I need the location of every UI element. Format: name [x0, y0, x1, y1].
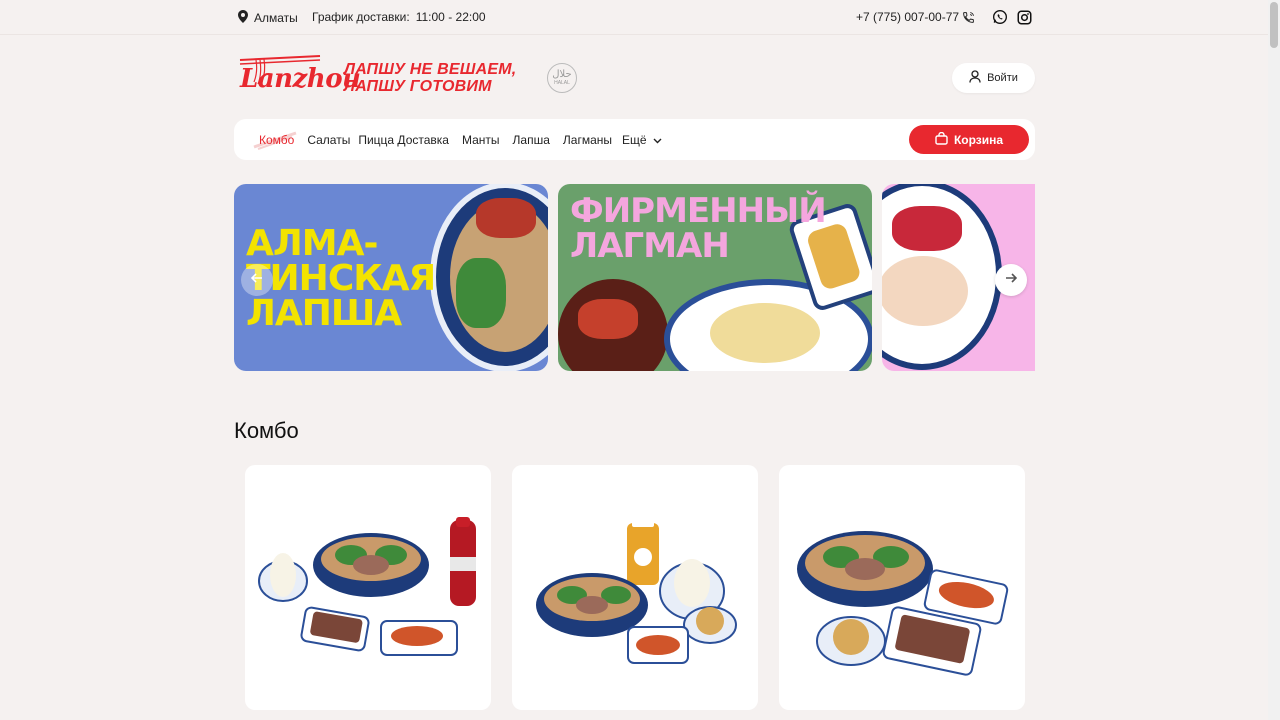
top-bar: Алматы График доставки: 11:00 - 22:00 +7… — [0, 0, 1268, 35]
location-pin-icon — [238, 10, 248, 26]
phone-call-icon[interactable] — [960, 9, 976, 25]
bok-choy-image — [456, 258, 506, 328]
ramen-noodles-image — [882, 256, 968, 326]
category-nav: Комбо Салаты Пицца Доставка Манты Лапша … — [234, 119, 1035, 160]
arrow-left-icon — [250, 271, 263, 289]
phone-number[interactable]: +7 (775) 007-00-77 — [856, 10, 959, 24]
scrollbar-thumb[interactable] — [1270, 2, 1278, 48]
arrow-right-icon — [1005, 271, 1018, 289]
shopping-bag-icon — [935, 131, 948, 148]
banner-1-title: АЛМА- ТИНСКАЯ ЛАПША — [246, 223, 446, 334]
chevron-down-icon — [653, 133, 662, 147]
login-button[interactable]: Войти — [952, 63, 1035, 93]
user-icon — [969, 70, 981, 86]
red-topping-image — [892, 206, 962, 251]
schedule-hours: 11:00 - 22:00 — [415, 10, 486, 24]
nav-item-lagman[interactable]: Лагманы — [563, 133, 612, 147]
schedule-label: График доставки: — [312, 10, 410, 24]
nav-items: Комбо Салаты Пицца Доставка Манты Лапша … — [259, 119, 662, 160]
combo-2-image — [536, 519, 737, 664]
halal-text: HALAL — [554, 80, 570, 86]
nav-more-label: Ещё — [622, 132, 647, 147]
nav-item-noodles[interactable]: Лапша — [513, 133, 550, 147]
banner-1-title-line-3: ЛАПША — [246, 293, 402, 334]
cart-button[interactable]: Корзина — [909, 125, 1029, 154]
slogan-line-2: ЛАПШУ ГОТОВИМ — [344, 78, 492, 95]
whatsapp-icon[interactable] — [992, 9, 1008, 25]
combo-3-image — [797, 531, 1009, 676]
spicy-dish-image — [558, 279, 668, 371]
city-label: Алматы — [254, 11, 298, 25]
instagram-icon[interactable] — [1016, 9, 1032, 25]
noodles-image — [710, 303, 820, 363]
location-selector[interactable]: Алматы — [238, 10, 298, 26]
banner-2-title-line-2: ЛАГМАН — [570, 226, 730, 266]
combo-1-image — [258, 517, 476, 656]
banner-1-title-line-2: ТИНСКАЯ — [246, 258, 436, 299]
noodle-bowl-image — [430, 184, 548, 371]
banner-1-title-line-1: АЛМА- — [246, 223, 378, 264]
login-label: Войти — [987, 72, 1018, 84]
slogan: ЛАПШУ НЕ ВЕШАЕМ, ЛАПШУ ГОТОВИМ — [344, 61, 516, 95]
nav-more[interactable]: Ещё — [622, 133, 662, 147]
combo-card-1[interactable] — [245, 465, 491, 710]
banner-2-title: ФИРМЕННЫЙ ЛАГМАН — [570, 191, 827, 266]
banner-2-title-line-1: ФИРМЕННЫЙ — [570, 191, 827, 231]
nav-item-combo[interactable]: Комбо — [259, 133, 294, 147]
banner-signature-lagman[interactable]: ФИРМЕННЫЙ ЛАГМАН — [558, 184, 872, 371]
combo-card-3[interactable] — [779, 465, 1025, 710]
section-title: Комбо — [234, 418, 299, 443]
pepper-image — [578, 299, 638, 339]
nav-item-manty[interactable]: Манты — [462, 133, 500, 147]
halal-badge: حلال HALAL — [547, 63, 577, 93]
combo-card-2[interactable] — [512, 465, 758, 710]
nav-item-pizza[interactable]: Пицца Доставка — [358, 133, 449, 147]
halal-arabic-icon: حلال — [552, 69, 572, 80]
ramen-bowl-image — [882, 184, 1002, 370]
logo-text: Lanzhou — [240, 64, 361, 94]
promo-carousel: АЛМА- ТИНСКАЯ ЛАПША ФИРМЕННЫЙ ЛАГМАН — [234, 184, 1035, 371]
delivery-schedule: График доставки: 11:00 - 22:00 — [312, 10, 486, 24]
banner-almaty-noodles[interactable]: АЛМА- ТИНСКАЯ ЛАПША — [234, 184, 548, 371]
page-scrollbar[interactable] — [1268, 0, 1280, 720]
slogan-line-1: ЛАПШУ НЕ ВЕШАЕМ, — [344, 61, 517, 78]
chili-oil-image — [476, 198, 536, 238]
nav-item-salads[interactable]: Салаты — [307, 133, 350, 147]
cart-label: Корзина — [953, 132, 1004, 147]
carousel-next-button[interactable] — [995, 264, 1027, 296]
carousel-prev-button[interactable] — [241, 264, 273, 296]
